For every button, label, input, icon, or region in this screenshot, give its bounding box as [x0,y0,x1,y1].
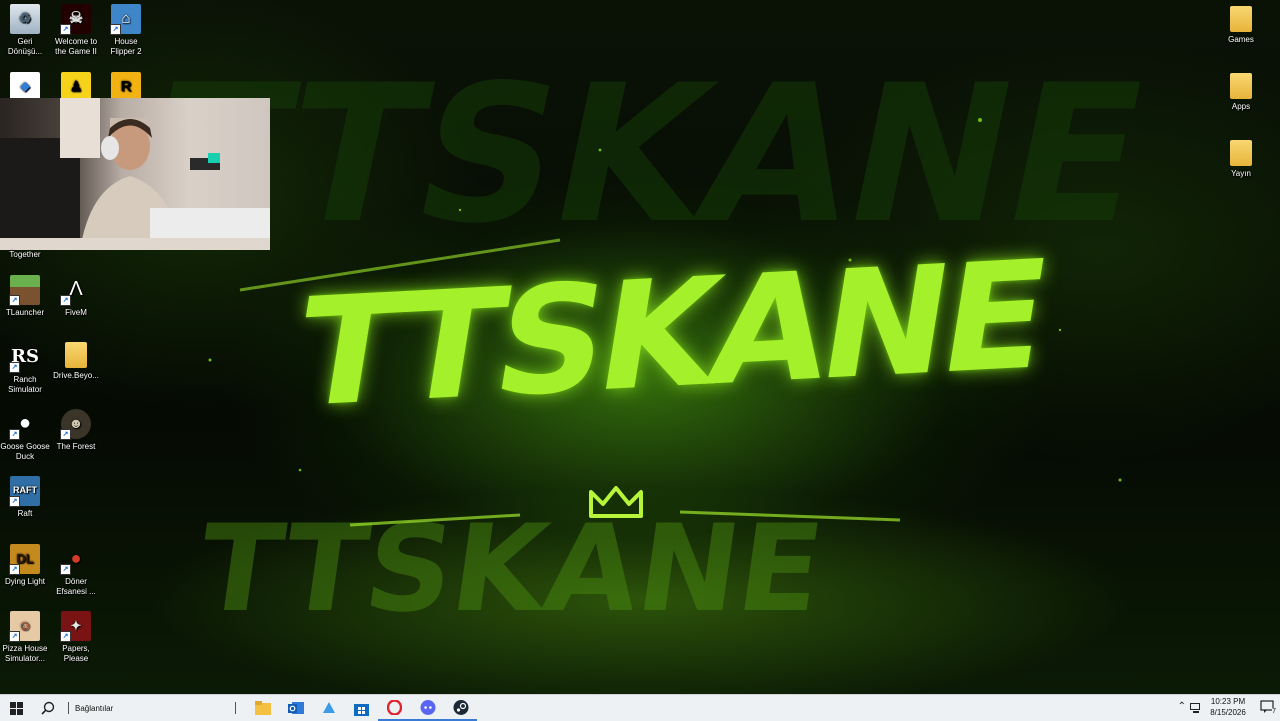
discord-icon [420,699,435,715]
desktop-icon-label: House Flipper 2 [110,37,142,56]
desktop-icon-pizza-house-simulator[interactable]: ☺ ↗ Pizza House Simulator... [0,611,50,663]
desktop-folder-yayin[interactable]: Yayın [1216,140,1266,179]
toolbar-divider [235,702,236,714]
desktop-icon-label: Apps [1231,102,1251,111]
house-flipper-icon: ⌂ ↗ [110,4,141,35]
desktop-folder-apps[interactable]: Apps [1216,73,1266,112]
desktop-icon-label: Ranch Simulator [8,375,42,394]
desktop-icon-doner-efsanesi[interactable]: ● ↗ Döner Efsanesi ... [51,544,101,596]
desktop-icon-goose-goose-duck[interactable]: ● ↗ Goose Goose Duck [0,409,50,461]
desktop-icon-label: Papers, Please [62,644,90,663]
desktop-icon-label: Drive.Beyo... [53,371,99,380]
desktop-icon-label: Pizza House Simulator... [2,644,48,663]
taskbar-opera[interactable] [378,695,411,721]
notification-count-badge: 7 [1272,708,1276,716]
toolbar-divider [68,702,69,714]
taskbar-file-explorer[interactable] [246,695,279,721]
taskbar-store[interactable] [345,695,378,721]
folder-icon [1230,6,1252,32]
desktop-icon-label: Geri Dönüşü... [7,37,43,56]
start-button[interactable] [0,695,32,721]
search-icon [41,701,55,715]
desktop-icon-label: TLauncher [5,308,45,317]
fivem-icon: Λ ↗ [60,275,91,306]
taskbar-steam[interactable] [444,695,477,721]
desktop-icon-the-forest[interactable]: ☻ ↗ The Forest [51,409,101,452]
taskbar-outlook[interactable] [279,695,312,721]
minecraft-block-icon: ↗ [9,275,40,306]
desktop-icon-drive-beyond[interactable]: Drive.Beyo... [51,342,101,381]
desktop-icon-raft[interactable]: RAFT ↗ Raft [0,476,50,519]
folder-icon [1230,140,1252,166]
desktop-icon-label: Raft [17,509,33,518]
tray-overflow-button[interactable]: ⌃ [1178,701,1186,712]
desktop-icon-welcome-to-the-game[interactable]: ☠ ↗ Welcome to the Game II [51,4,101,56]
skull-game-icon: ☠ ↗ [60,4,91,35]
links-toolbar[interactable]: Bağlantılar [75,704,235,713]
opera-icon [387,699,402,715]
desktop-icon-label: Together [9,250,41,259]
outlook-icon [287,702,304,714]
clock-date: 8/15/2026 [1210,708,1246,717]
edge-icon [322,702,335,713]
goose-icon: ● ↗ [9,409,40,440]
desktop-icon-papers-please[interactable]: ✦ ↗ Papers, Please [51,611,101,663]
steam-icon [453,699,468,715]
webcam-feed [0,98,270,250]
desktop-icon-label: Döner Efsanesi ... [56,577,96,596]
raft-icon: RAFT ↗ [9,476,40,507]
taskbar-edge[interactable] [312,695,345,721]
desktop-icon-together[interactable]: Together [0,250,50,260]
network-icon [1190,703,1200,713]
desktop-icon-label: FiveM [65,308,87,317]
desktop-icon-label: Games [1228,35,1254,44]
taskbar-discord[interactable] [411,695,444,721]
desktop-icon-label: Dying Light [4,577,46,586]
desktop-icon-label: Goose Goose Duck [0,442,50,461]
folder-icon [65,342,87,368]
folder-icon [1230,73,1252,99]
desktop-icon-tlauncher[interactable]: ↗ TLauncher [0,275,50,318]
desktop-folder-games[interactable]: Games [1216,6,1266,45]
the-forest-icon: ☻ ↗ [60,409,91,440]
crown-icon [589,486,643,518]
action-center-button[interactable]: 7 [1260,700,1276,716]
search-button[interactable] [32,695,64,721]
pizza-house-icon: ☺ ↗ [9,611,40,642]
dying-light-icon: DL ↗ [9,544,40,575]
network-button[interactable] [1190,701,1202,719]
desktop-icon-label: Welcome to the Game II [54,37,98,56]
desktop-icon-label: Yayın [1231,169,1251,178]
webcam-overlay [0,98,270,250]
taskbar-clock[interactable]: 10:23 PM 8/15/2026 [1202,696,1254,718]
windows-logo-icon [9,701,23,715]
chevron-up-icon: ⌃ [1177,701,1186,712]
ranch-simulator-icon: RS ↗ [9,342,40,373]
desktop-icon-dying-light[interactable]: DL ↗ Dying Light [0,544,50,587]
svg-text:TTSKANE: TTSKANE [190,500,831,639]
desktop-icon-label: The Forest [56,442,96,451]
store-icon [354,703,369,716]
file-explorer-icon [254,701,271,715]
desktop-icon-house-flipper[interactable]: ⌂ ↗ House Flipper 2 [101,4,151,56]
clock-time: 10:23 PM [1210,697,1246,706]
papers-please-icon: ✦ ↗ [60,611,91,642]
desktop-icon-ranch-simulator[interactable]: RS ↗ Ranch Simulator [0,342,50,394]
desktop-icon-recycle-bin[interactable]: ♻ Geri Dönüşü... [0,4,50,56]
doner-icon: ● ↗ [60,544,91,575]
recycle-bin-icon: ♻ [10,4,40,34]
desktop-icon-fivem[interactable]: Λ ↗ FiveM [51,275,101,318]
taskbar: Bağlantılar ⌃ 10:23 PM 8/15/2026 7 [0,694,1280,721]
